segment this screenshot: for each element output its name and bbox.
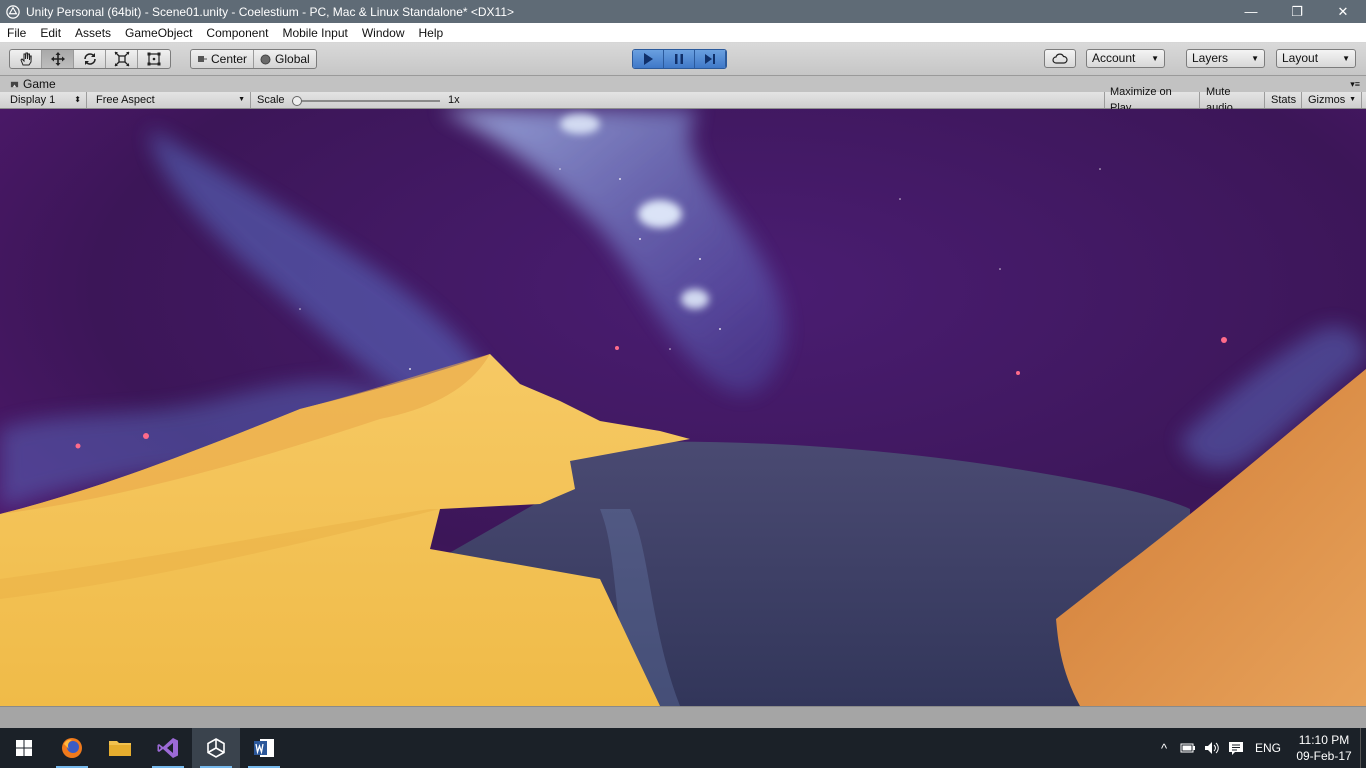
space-label: Global — [275, 52, 310, 66]
show-desktop-button[interactable] — [1360, 728, 1366, 768]
caret-down-icon: ▼ — [1342, 54, 1350, 63]
pivot-icon — [198, 56, 207, 62]
transform-tools — [9, 49, 171, 69]
pivot-center-button[interactable]: Center — [191, 50, 255, 68]
display-label: Display 1 — [10, 94, 56, 106]
chevron-up-icon[interactable]: ^ — [1152, 728, 1176, 768]
updown-icon: ⬍ — [74, 95, 81, 104]
play-controls — [632, 49, 727, 69]
maximize-button[interactable]: ❐ — [1274, 0, 1320, 23]
pause-icon — [675, 54, 683, 64]
scale-control: Scale 1x — [252, 92, 467, 108]
clock-date: 09-Feb-17 — [1296, 749, 1352, 763]
tab-menu-icon[interactable]: ▾≡ — [1350, 77, 1360, 92]
pause-button[interactable] — [664, 50, 695, 68]
taskbar-file-explorer[interactable] — [96, 728, 144, 768]
game-viewport[interactable] — [0, 109, 1366, 706]
layers-label: Layers — [1192, 51, 1229, 65]
game-view-bar: Display 1 ⬍ Free Aspect ▼ Scale 1x Maximiz… — [0, 86, 1366, 114]
step-icon — [705, 54, 715, 64]
globe-icon — [260, 54, 271, 64]
display-dropdown[interactable]: Display 1 ⬍ — [5, 92, 87, 108]
gizmos-dropdown[interactable]: Gizmos ▼ — [1303, 92, 1362, 108]
visual-studio-icon — [157, 738, 178, 758]
move-icon[interactable] — [42, 50, 74, 68]
taskbar-firefox[interactable] — [48, 728, 96, 768]
layout-dropdown[interactable]: Layout ▼ — [1276, 49, 1356, 68]
scale-slider[interactable] — [292, 96, 440, 106]
pivot-global-button[interactable]: Global — [254, 50, 316, 68]
layout-label: Layout — [1282, 51, 1319, 65]
aspect-label: Free Aspect — [96, 94, 155, 106]
taskbar-visual-studio[interactable] — [144, 728, 192, 768]
caret-down-icon: ▼ — [1349, 96, 1356, 103]
menu-file[interactable]: File — [0, 23, 33, 43]
pivot-toggles: Center Global — [190, 49, 317, 69]
maximize-on-play-toggle[interactable]: Maximize on Play — [1104, 86, 1200, 114]
step-button[interactable] — [695, 50, 726, 68]
start-button[interactable] — [0, 728, 48, 768]
tab-game-label: Game — [23, 77, 56, 91]
caret-down-icon: ▼ — [1251, 54, 1259, 63]
stats-toggle[interactable]: Stats — [1266, 92, 1302, 108]
menu-window[interactable]: Window — [355, 23, 412, 43]
account-dropdown[interactable]: Account ▼ — [1086, 49, 1165, 68]
aspect-dropdown[interactable]: Free Aspect ▼ — [91, 92, 251, 108]
game-view-icon — [10, 81, 19, 88]
unity-icon — [207, 738, 225, 758]
layers-dropdown[interactable]: Layers ▼ — [1186, 49, 1265, 68]
file-explorer-icon — [109, 741, 131, 756]
game-scene — [0, 109, 1366, 706]
system-tray: ^ ENG 11:10 PM 09-Feb-17 — [1152, 728, 1366, 768]
gizmos-label: Gizmos — [1308, 94, 1346, 106]
window-title: Unity Personal (64bit) - Scene01.unity -… — [26, 4, 515, 19]
close-button[interactable]: ✕ — [1320, 0, 1366, 23]
taskbar-word[interactable] — [240, 728, 288, 768]
stats-label: Stats — [1271, 94, 1297, 106]
mute-audio-toggle[interactable]: Mute audio — [1201, 86, 1265, 114]
volume-icon[interactable] — [1200, 728, 1224, 768]
minimize-button[interactable]: — — [1228, 0, 1274, 23]
play-button[interactable] — [633, 50, 664, 68]
menu-edit[interactable]: Edit — [33, 23, 68, 43]
tab-game[interactable]: Game — [4, 77, 62, 92]
menu-component[interactable]: Component — [199, 23, 275, 43]
status-bar — [0, 706, 1366, 728]
menu-gameobject[interactable]: GameObject — [118, 23, 199, 43]
taskbar-unity[interactable] — [192, 728, 240, 768]
windows-icon — [16, 740, 32, 756]
notification-icon[interactable] — [1224, 728, 1248, 768]
battery-icon[interactable] — [1176, 728, 1200, 768]
caret-down-icon: ▼ — [1151, 54, 1159, 63]
pivot-label: Center — [211, 52, 248, 66]
scale-slider-thumb[interactable] — [292, 96, 302, 106]
caret-down-icon: ▼ — [238, 96, 245, 103]
cloud-button[interactable] — [1044, 49, 1076, 68]
title-bar: Unity Personal (64bit) - Scene01.unity -… — [0, 0, 1366, 23]
play-icon — [644, 53, 653, 65]
scale-value: 1x — [448, 94, 460, 106]
rotate-icon[interactable] — [74, 50, 106, 68]
language-indicator[interactable]: ENG — [1248, 728, 1288, 768]
scale-icon[interactable] — [106, 50, 138, 68]
menu-assets[interactable]: Assets — [68, 23, 118, 43]
cloud-icon — [1052, 53, 1068, 64]
hand-icon[interactable] — [10, 50, 42, 68]
firefox-icon — [62, 738, 82, 758]
menu-bar: File Edit Assets GameObject Component Mo… — [0, 23, 1366, 43]
account-label: Account — [1092, 51, 1136, 65]
clock-time: 11:10 PM — [1298, 733, 1350, 747]
scale-label: Scale — [257, 94, 285, 106]
rect-transform-icon[interactable] — [138, 50, 170, 68]
main-toolbar: Center Global Account ▼ Layers ▼ Layout ▼ — [0, 43, 1366, 76]
unity-icon — [6, 4, 20, 19]
menu-mobile-input[interactable]: Mobile Input — [275, 23, 354, 43]
clock[interactable]: 11:10 PM 09-Feb-17 — [1288, 732, 1360, 764]
windows-taskbar: ^ ENG 11:10 PM 09-Feb-17 — [0, 728, 1366, 768]
menu-help[interactable]: Help — [412, 23, 451, 43]
word-icon — [254, 739, 274, 757]
